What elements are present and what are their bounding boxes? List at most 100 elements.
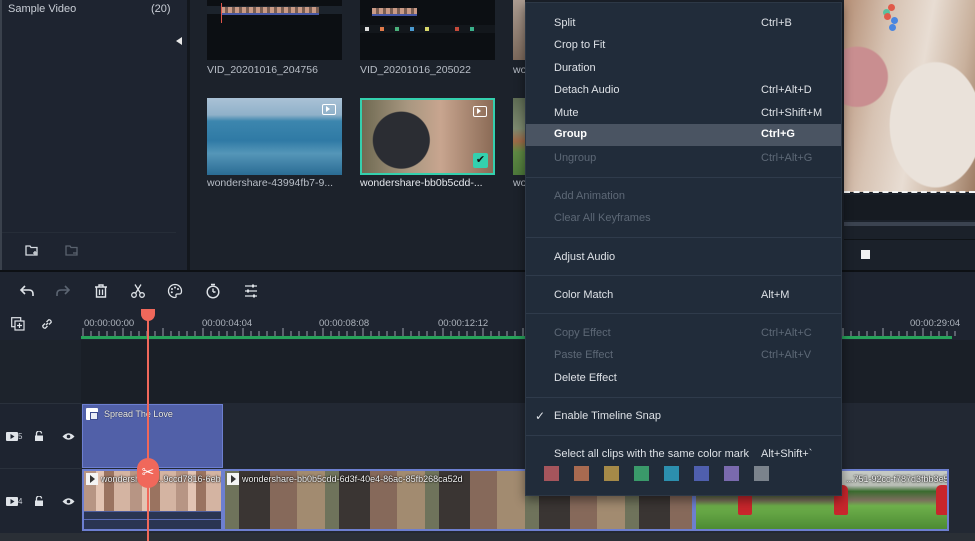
menu-item-label: Adjust Audio bbox=[554, 251, 616, 263]
menu-item-enable-timeline-snap[interactable]: ✓ Enable Timeline Snap bbox=[526, 406, 841, 428]
color-mark-swatch[interactable] bbox=[544, 466, 559, 481]
menu-item-label: Copy Effect bbox=[554, 327, 611, 339]
menu-item-label: Mute bbox=[554, 107, 579, 119]
mini-dot bbox=[365, 27, 369, 31]
add-track-icon[interactable] bbox=[11, 317, 25, 331]
media-library-grid: VID_20201016_204756 VID_20201016_205022 … bbox=[190, 0, 525, 270]
collapse-panel-arrow-icon[interactable] bbox=[176, 37, 182, 45]
folder-title[interactable]: Sample Video bbox=[8, 3, 76, 15]
mini-playhead bbox=[221, 3, 222, 23]
menu-item-clear-all-keyframes[interactable]: Clear All Keyframes bbox=[526, 208, 841, 230]
checkmark-icon: ✓ bbox=[535, 409, 546, 423]
stop-button[interactable] bbox=[861, 250, 870, 259]
menu-item-paste-effect[interactable]: Paste Effect Ctrl+Alt+V bbox=[526, 345, 841, 367]
eye-icon[interactable] bbox=[62, 432, 75, 441]
video-clip-play-icon bbox=[227, 473, 239, 485]
menu-item-shortcut: Ctrl+Alt+V bbox=[761, 349, 812, 361]
track-header-5: 5 bbox=[0, 403, 81, 468]
menu-item-duration[interactable]: Duration bbox=[526, 58, 841, 80]
track-number: 4 bbox=[18, 497, 23, 506]
media-label: VID_20201016_205022 bbox=[360, 64, 471, 76]
media-label: wondershare-43994fb7-9... bbox=[207, 177, 334, 189]
menu-item-color-match[interactable]: Color Match Alt+M bbox=[526, 285, 841, 307]
adjust-icon[interactable] bbox=[243, 283, 259, 299]
menu-item-detach-audio[interactable]: Detach Audio Ctrl+Alt+D bbox=[526, 80, 841, 102]
safe-area-border bbox=[844, 191, 975, 193]
menu-item-label: Ungroup bbox=[554, 152, 597, 164]
menu-item-add-animation[interactable]: Add Animation bbox=[526, 186, 841, 208]
selected-check-icon: ✔ bbox=[473, 153, 488, 168]
menu-item-shortcut: Ctrl+Alt+D bbox=[761, 84, 812, 96]
color-palette-icon[interactable] bbox=[167, 283, 183, 299]
clip-label: wondershare-bb0b5cdd-6d3f-40e4-86ac-85fb… bbox=[242, 474, 463, 484]
undo-icon[interactable] bbox=[19, 283, 35, 299]
menu-item-label: Color Match bbox=[554, 289, 614, 301]
media-thumb-partial[interactable] bbox=[513, 98, 525, 175]
new-folder-icon[interactable] bbox=[25, 244, 39, 256]
title-clip-icon bbox=[86, 408, 98, 420]
mini-dot bbox=[410, 27, 414, 31]
menu-item-shortcut: Ctrl+G bbox=[761, 128, 795, 140]
menu-separator bbox=[526, 435, 841, 436]
media-label: wo bbox=[513, 64, 525, 76]
menu-item-label: Delete Effect bbox=[554, 372, 617, 384]
split-scissors-icon[interactable]: ✂ bbox=[137, 458, 159, 488]
library-folder-panel: Sample Video (20) bbox=[0, 0, 188, 270]
unlock-icon[interactable] bbox=[34, 496, 44, 506]
media-thumb-partial[interactable] bbox=[513, 0, 525, 60]
menu-item-label: Split bbox=[554, 17, 576, 29]
video-type-icon bbox=[473, 106, 487, 117]
menu-item-label: Clear All Keyframes bbox=[554, 212, 651, 224]
menu-item-delete-effect[interactable]: Delete Effect bbox=[526, 368, 841, 390]
media-thumb-wondershare-bb0b5cdd[interactable]: ✔ bbox=[360, 98, 495, 175]
menu-item-split[interactable]: Split Ctrl+B bbox=[526, 13, 841, 35]
thumb-figure bbox=[936, 485, 947, 515]
menu-item-shortcut: Alt+Shift+` bbox=[761, 448, 813, 460]
playhead-line[interactable] bbox=[147, 318, 149, 541]
mini-clip bbox=[221, 7, 319, 15]
video-type-icon bbox=[322, 104, 336, 115]
color-mark-swatch[interactable] bbox=[634, 466, 649, 481]
unlock-icon[interactable] bbox=[34, 431, 44, 441]
color-mark-swatch[interactable] bbox=[604, 466, 619, 481]
media-thumb-vid-205022[interactable] bbox=[360, 0, 495, 60]
clip-audio-strip bbox=[84, 511, 221, 529]
menu-item-shortcut: Ctrl+B bbox=[761, 17, 792, 29]
mini-dot bbox=[425, 27, 429, 31]
media-label: wo bbox=[513, 177, 525, 189]
delete-icon[interactable] bbox=[93, 283, 109, 299]
color-mark-swatch[interactable] bbox=[694, 466, 709, 481]
track-number: 5 bbox=[18, 432, 23, 441]
menu-item-adjust-audio[interactable]: Adjust Audio bbox=[526, 247, 841, 269]
cut-icon[interactable] bbox=[130, 283, 146, 299]
menu-item-group[interactable]: Group Ctrl+G bbox=[526, 124, 841, 146]
menu-item-ungroup[interactable]: Ungroup Ctrl+Alt+G bbox=[526, 148, 841, 170]
video-track-icon bbox=[6, 497, 18, 506]
link-icon[interactable] bbox=[40, 317, 54, 331]
color-mark-swatch[interactable] bbox=[724, 466, 739, 481]
color-mark-swatch[interactable] bbox=[574, 466, 589, 481]
sticker-heart-icon bbox=[891, 17, 898, 24]
mini-dot bbox=[395, 27, 399, 31]
color-mark-swatch[interactable] bbox=[664, 466, 679, 481]
sticker-heart-icon bbox=[884, 13, 891, 20]
delete-folder-icon[interactable] bbox=[65, 244, 79, 256]
menu-separator bbox=[526, 237, 841, 238]
menu-item-shortcut: Ctrl+Alt+G bbox=[761, 152, 813, 164]
speed-timer-icon[interactable] bbox=[205, 283, 221, 299]
media-thumb-wondershare-43994fb7[interactable] bbox=[207, 98, 342, 175]
media-thumb-vid-204756[interactable] bbox=[207, 0, 342, 60]
redo-icon[interactable] bbox=[55, 283, 71, 299]
color-mark-swatch[interactable] bbox=[754, 466, 769, 481]
menu-item-shortcut: Ctrl+Alt+C bbox=[761, 327, 812, 339]
media-label: VID_20201016_204756 bbox=[207, 64, 318, 76]
menu-item-select-same-color-mark[interactable]: Select all clips with the same color mar… bbox=[526, 444, 841, 466]
menu-item-copy-effect[interactable]: Copy Effect Ctrl+Alt+C bbox=[526, 323, 841, 345]
menu-item-mute[interactable]: Mute Ctrl+Shift+M bbox=[526, 103, 841, 125]
mini-clip bbox=[372, 8, 417, 16]
menu-item-crop-to-fit[interactable]: Crop to Fit bbox=[526, 35, 841, 57]
mini-dot bbox=[380, 27, 384, 31]
eye-icon[interactable] bbox=[62, 497, 75, 506]
preview-progress-bar[interactable] bbox=[844, 222, 975, 226]
menu-separator bbox=[526, 397, 841, 398]
